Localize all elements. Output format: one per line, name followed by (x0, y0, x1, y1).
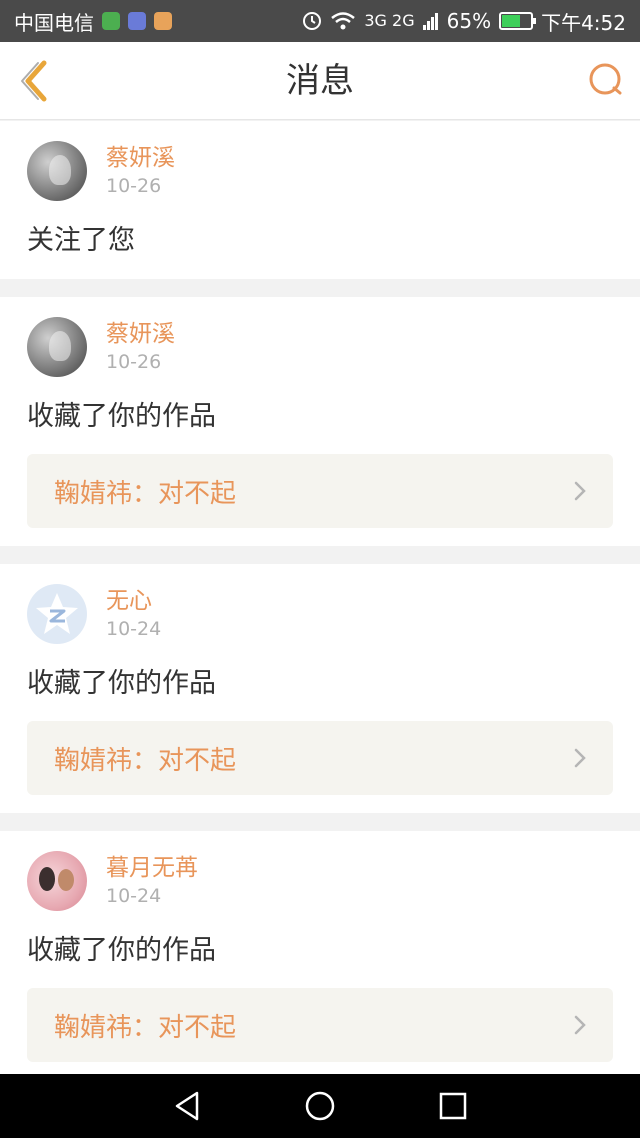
message-list[interactable]: 蔡妍溪 10-26 关注了您 蔡妍溪 10-26 收藏了你的作品 鞠婧祎：对不起 (0, 121, 640, 1074)
work-link-button[interactable]: 鞠婧祎：对不起 (27, 454, 613, 528)
back-button[interactable] (10, 54, 60, 108)
message-header: 无心 10-24 (27, 582, 613, 646)
carrier-label: 中国电信 (14, 10, 94, 35)
message-card: 蔡妍溪 10-26 关注了您 (0, 121, 640, 279)
back-triangle-icon (175, 1091, 198, 1121)
avatar[interactable] (27, 584, 87, 644)
username-link[interactable]: 蔡妍溪 (106, 319, 175, 349)
work-title: 鞠婧祎：对不起 (54, 1012, 237, 1043)
avatar[interactable] (27, 317, 87, 377)
message-card: 无心 10-24 收藏了你的作品 鞠婧祎：对不起 (0, 564, 640, 813)
avatar[interactable] (27, 851, 87, 911)
battery-icon (499, 12, 537, 30)
message-date: 10-24 (106, 885, 162, 907)
message-date: 10-26 (106, 351, 162, 373)
avatar[interactable] (27, 141, 87, 201)
nav-recents-button[interactable] (431, 1084, 475, 1128)
message-meta: 无心 10-24 (106, 586, 161, 642)
work-title: 鞠婧祎：对不起 (54, 745, 237, 776)
work-title: 鞠婧祎：对不起 (54, 478, 237, 509)
message-action-text: 收藏了你的作品 (27, 668, 216, 699)
username-link[interactable]: 蔡妍溪 (106, 143, 175, 173)
page-title: 消息 (286, 61, 354, 101)
music-icon (128, 12, 146, 30)
sms-icon (102, 12, 120, 30)
home-circle-icon (305, 1091, 335, 1121)
message-header: 蔡妍溪 10-26 (27, 315, 613, 379)
message-meta: 暮月无苒 10-24 (106, 853, 198, 909)
recents-square-icon (440, 1092, 467, 1120)
nav-home-button[interactable] (298, 1084, 342, 1128)
message-action-text: 收藏了你的作品 (27, 401, 216, 432)
system-nav-bar (0, 1074, 640, 1138)
message-action-text: 关注了您 (27, 225, 135, 256)
status-bar-left: 中国电信 (14, 7, 172, 36)
message-meta: 蔡妍溪 10-26 (106, 143, 175, 199)
username-link[interactable]: 无心 (106, 586, 161, 616)
chevron-right-icon (574, 1015, 586, 1035)
header: 消息 (0, 42, 640, 120)
search-icon (589, 63, 622, 95)
network-type-label: 3G 2G (364, 11, 415, 30)
back-chevron-icon (21, 60, 47, 102)
wifi-icon (331, 12, 356, 30)
status-bar-right: 3G 2G 65% 下午4:52 (302, 7, 626, 36)
message-action-text: 收藏了你的作品 (27, 935, 216, 966)
work-link-button[interactable]: 鞠婧祎：对不起 (27, 721, 613, 795)
clock: 下午4:52 (541, 10, 626, 35)
status-bar: 中国电信 3G 2G 65% 下午4:52 (0, 0, 640, 42)
message-meta: 蔡妍溪 10-26 (106, 319, 175, 375)
message-header: 暮月无苒 10-24 (27, 849, 613, 913)
chevron-right-icon (574, 481, 586, 501)
work-link-button[interactable]: 鞠婧祎：对不起 (27, 988, 613, 1062)
battery-level (502, 15, 521, 27)
alarm-icon (303, 12, 322, 30)
message-date: 10-24 (106, 618, 162, 640)
chevron-right-icon (574, 748, 586, 768)
message-card: 蔡妍溪 10-26 收藏了你的作品 鞠婧祎：对不起 (0, 297, 640, 546)
message-header: 蔡妍溪 10-26 (27, 139, 613, 203)
username-link[interactable]: 暮月无苒 (106, 853, 198, 883)
battery-percent: 65% (446, 9, 492, 33)
nav-back-button[interactable] (165, 1084, 209, 1128)
qzone-star-icon (36, 593, 78, 634)
message-date: 10-26 (106, 175, 162, 197)
signal-icon (422, 13, 438, 30)
message-card: 暮月无苒 10-24 收藏了你的作品 鞠婧祎：对不起 (0, 831, 640, 1074)
weibo-icon (154, 12, 172, 30)
search-button[interactable] (584, 58, 628, 102)
